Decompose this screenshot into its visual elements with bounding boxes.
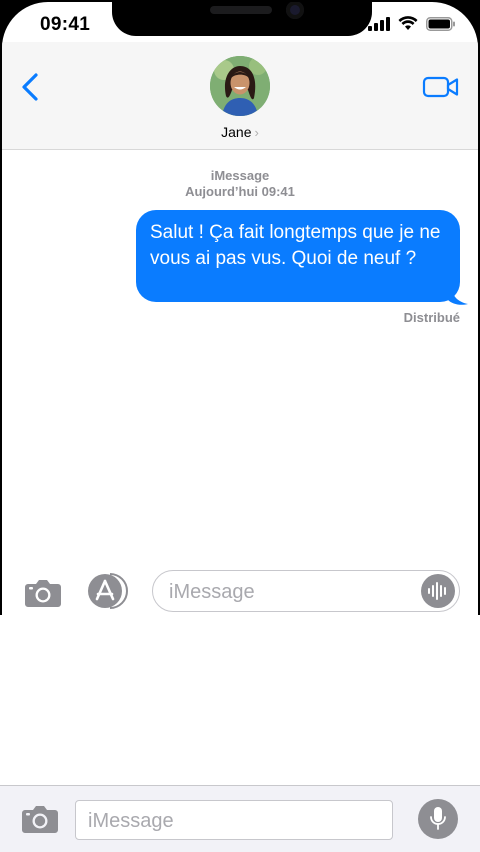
- microphone-icon: [430, 807, 446, 830]
- avatar[interactable]: [210, 56, 270, 116]
- app-store-icon[interactable]: [86, 572, 134, 610]
- phone-screen: 09:41 Jane › iMessage Aujourd’hui 09:41 …: [2, 2, 478, 615]
- audio-message-button[interactable]: [421, 574, 455, 608]
- bottom-input-placeholder: iMessage: [88, 810, 174, 832]
- chevron-left-icon[interactable]: [18, 72, 44, 102]
- camera-icon[interactable]: [20, 802, 60, 834]
- conversation-header: Jane ›: [2, 42, 478, 150]
- phone-frame: 09:41 Jane › iMessage Aujourd’hui 09:41 …: [0, 0, 480, 615]
- imessage-input[interactable]: iMessage: [152, 570, 460, 612]
- chevron-right-icon: ›: [254, 125, 259, 140]
- video-camera-icon[interactable]: [422, 74, 460, 100]
- message-input-bar: iMessage: [2, 568, 478, 615]
- contact-name-button[interactable]: Jane ›: [2, 124, 478, 140]
- battery-icon: [426, 16, 455, 31]
- bubble-tail: [448, 288, 468, 305]
- wifi-icon: [398, 16, 418, 30]
- front-camera: [286, 2, 304, 19]
- message-text: Salut ! Ça fait longtemps que je ne vous…: [150, 222, 441, 269]
- input-placeholder: iMessage: [169, 581, 255, 603]
- conversation-timestamp: Aujourd’hui 09:41: [185, 184, 295, 199]
- status-icons: [368, 16, 456, 31]
- camera-icon[interactable]: [24, 576, 62, 608]
- cellular-signal-icon: [368, 16, 390, 31]
- service-label: iMessage: [210, 168, 270, 183]
- contact-name: Jane: [221, 124, 252, 140]
- contact-photo: [210, 56, 270, 116]
- status-time: 09:41: [40, 14, 91, 35]
- speaker: [210, 6, 272, 14]
- bottom-input-bar: iMessage: [0, 785, 480, 852]
- bottom-message-input[interactable]: iMessage: [75, 800, 393, 840]
- notch: [112, 2, 372, 36]
- audio-waveform-icon: [428, 582, 446, 600]
- message-bubble-sent[interactable]: Salut ! Ça fait longtemps que je ne vous…: [136, 210, 460, 302]
- delivery-status: Distribué: [403, 310, 460, 325]
- microphone-button[interactable]: [418, 799, 458, 839]
